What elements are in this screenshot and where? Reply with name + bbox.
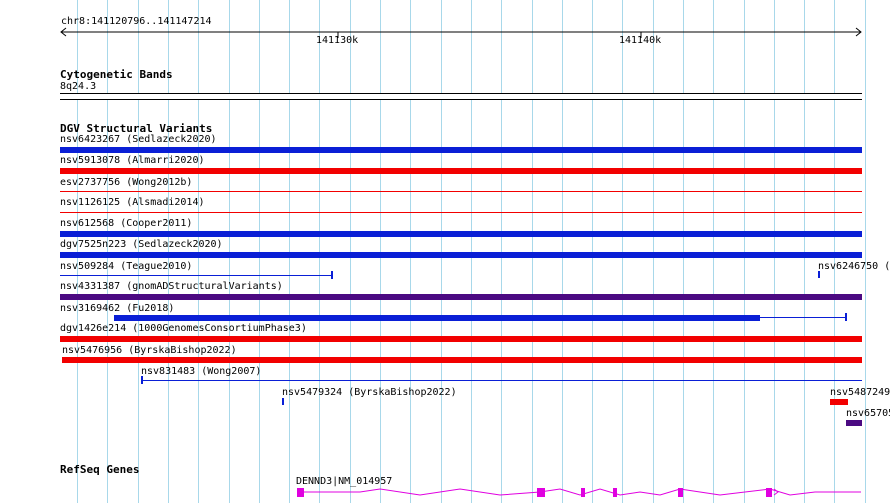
strand-arrow-icon <box>773 488 779 496</box>
gene-model-dennd3[interactable] <box>0 484 890 503</box>
variant-bar-nsv612568[interactable] <box>60 231 862 237</box>
variant-bar-esv2737756[interactable] <box>60 191 862 192</box>
gene-exon <box>766 488 772 497</box>
variant-end-cap-nsv3169462 <box>845 313 847 321</box>
variant-bar-nsv5479324[interactable] <box>282 398 284 405</box>
gene-exon <box>678 488 683 497</box>
ruler-tick-label-141140k: 141140k <box>619 35 662 46</box>
variant-label-nsv6423267: nsv6423267 (Sedlazeck2020) <box>60 134 217 145</box>
variant-bar-nsv1126125[interactable] <box>60 212 862 213</box>
genome-browser-view: chr8:141120796..141147214 141130k 141140… <box>0 0 890 503</box>
variant-label-esv2737756: esv2737756 (Wong2012b) <box>60 177 193 188</box>
variant-label-nsv6246750: nsv6246750 ( <box>818 261 890 272</box>
cytogenetic-bands-track-title[interactable]: Cytogenetic Bands <box>60 68 173 81</box>
variant-label-nsv509284: nsv509284 (Teague2010) <box>60 261 193 272</box>
variant-bar-dgv7525n223[interactable] <box>60 252 862 258</box>
variant-bar-nsv6246750[interactable] <box>818 271 820 278</box>
variant-bar-nsv5476956[interactable] <box>62 357 862 363</box>
variant-label-nsv5476956: nsv5476956 (ByrskaBishop2022) <box>62 345 237 356</box>
variant-bar-nsv4331387[interactable] <box>60 294 862 300</box>
variant-label-dgv1426e214: dgv1426e214 (1000GenomesConsortiumPhase3… <box>60 323 307 334</box>
variant-end-cap-nsv509284 <box>331 271 333 279</box>
ruler-tick-label-141130k: 141130k <box>316 35 359 46</box>
gene-exon <box>581 488 585 497</box>
variant-label-nsv5913078: nsv5913078 (Almarri2020) <box>60 155 205 166</box>
variant-label-nsv3169462: nsv3169462 (Fu2018) <box>60 303 175 314</box>
cytoband-8q24-3[interactable] <box>60 93 862 100</box>
variant-bar-dgv1426e214[interactable] <box>60 336 862 342</box>
variant-extension-nsv3169462 <box>760 317 846 318</box>
variant-label-nsv5479324: nsv5479324 (ByrskaBishop2022) <box>282 387 457 398</box>
variant-start-cap-nsv831483 <box>141 376 143 384</box>
variant-bar-nsv5487249[interactable] <box>830 399 848 405</box>
variant-bar-nsv6423267[interactable] <box>60 147 862 153</box>
variant-label-nsv612568: nsv612568 (Cooper2011) <box>60 218 193 229</box>
variant-label-nsv4331387: nsv4331387 (gnomADStructuralVariants) <box>60 281 283 292</box>
cytoband-label: 8q24.3 <box>60 81 97 92</box>
variant-bar-nsv5913078[interactable] <box>60 168 862 174</box>
variant-bar-nsv831483[interactable] <box>141 380 862 381</box>
refseq-genes-track-title[interactable]: RefSeq Genes <box>60 463 139 476</box>
variant-label-dgv7525n223: dgv7525n223 (Sedlazeck2020) <box>60 239 223 250</box>
gene-exon <box>297 488 304 497</box>
variant-label-nsv831483: nsv831483 (Wong2007) <box>141 366 262 377</box>
variant-label-nsv65705: nsv65705 <box>846 408 890 419</box>
variant-bar-nsv509284[interactable] <box>60 275 332 276</box>
gene-exon <box>537 488 545 497</box>
variant-label-nsv1126125: nsv1126125 (Alsmadi2014) <box>60 197 205 208</box>
gene-exon <box>613 488 617 497</box>
variant-bar-nsv65705[interactable] <box>846 420 862 426</box>
variant-bar-nsv3169462[interactable] <box>114 315 760 321</box>
variant-label-nsv5487249: nsv5487249 <box>830 387 890 398</box>
ruler-axis[interactable] <box>0 24 890 44</box>
